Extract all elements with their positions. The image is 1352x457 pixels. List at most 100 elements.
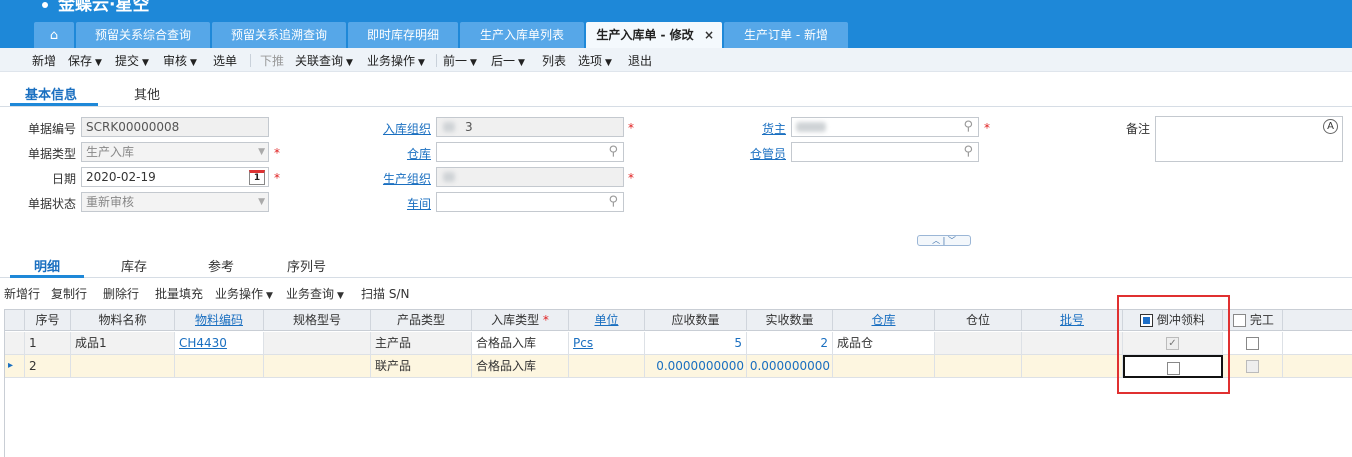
add-row-button[interactable]: 新增行 <box>4 285 40 302</box>
collapse-toggle[interactable]: ︿ | ﹀ <box>917 235 971 246</box>
cell-material-code[interactable] <box>175 355 264 378</box>
audit-button[interactable]: 审核 ▼ <box>163 52 197 69</box>
cell-in-type[interactable]: 合格品入库 <box>472 355 569 378</box>
tab-reservation-trace[interactable]: 预留关系追溯查询 <box>212 22 346 48</box>
remark-textarea[interactable]: A <box>1155 116 1343 162</box>
cell-spec <box>264 355 371 378</box>
next-button[interactable]: 后一 ▼ <box>491 52 525 69</box>
search-icon[interactable]: ⚲ <box>963 143 973 161</box>
tab-production-instock-edit[interactable]: 生产入库单 - 修改 × <box>586 22 722 48</box>
row-indicator[interactable] <box>5 332 25 355</box>
col-header-stock[interactable]: 仓库 <box>833 310 935 331</box>
save-button[interactable]: 保存 ▼ <box>68 52 102 69</box>
cell-stock-loc[interactable] <box>935 332 1022 355</box>
finished-header-checkbox[interactable] <box>1233 314 1246 327</box>
select-bill-button[interactable]: 选单 <box>213 52 237 69</box>
submit-button[interactable]: 提交 ▼ <box>115 52 149 69</box>
business-op-button[interactable]: 业务操作 ▼ <box>367 52 425 69</box>
tab-basic-info[interactable]: 基本信息 <box>25 84 77 103</box>
bill-no-field[interactable]: SCRK00000008 <box>81 117 269 137</box>
tab-inventory-detail[interactable]: 即时库存明细 <box>348 22 458 48</box>
cell-material-name[interactable] <box>71 355 175 378</box>
col-header-material-name[interactable]: 物料名称 <box>71 310 175 331</box>
active-tab-indicator <box>10 103 98 106</box>
list-button[interactable]: 列表 <box>542 52 566 69</box>
copy-row-button[interactable]: 复制行 <box>51 285 87 302</box>
cell-material-code[interactable]: CH4430 <box>175 332 264 355</box>
cell-must-qty[interactable]: 0.0000000000 <box>645 355 747 378</box>
stock-keeper-label[interactable]: 仓管员 <box>730 145 786 162</box>
tab-inventory[interactable]: 库存 <box>121 256 147 275</box>
col-header-lot[interactable]: 批号 <box>1022 310 1123 331</box>
cell-lot[interactable] <box>1022 355 1123 378</box>
tab-reference[interactable]: 参考 <box>208 256 234 275</box>
calendar-icon[interactable]: 1 <box>249 170 265 185</box>
scan-sn-button[interactable]: 扫描 S/N <box>361 285 409 302</box>
col-header-stock-loc[interactable]: 仓位 <box>935 310 1022 331</box>
push-down-button[interactable]: 下推 <box>260 52 284 69</box>
col-header-seq[interactable]: 序号 <box>25 310 71 331</box>
tab-serial-no[interactable]: 序列号 <box>287 256 326 275</box>
search-icon[interactable]: ⚲ <box>963 118 973 136</box>
col-header-spec[interactable]: 规格型号 <box>264 310 371 331</box>
options-button[interactable]: 选项 ▼ <box>578 52 612 69</box>
stock-org-label[interactable]: 入库组织 <box>370 120 431 137</box>
workshop-field[interactable]: ⚲ <box>436 192 624 212</box>
warehouse-field[interactable]: ⚲ <box>436 142 624 162</box>
related-query-button[interactable]: 关联查询 ▼ <box>295 52 353 69</box>
close-icon[interactable]: × <box>704 22 714 48</box>
current-row-indicator[interactable]: ▸ <box>5 355 25 378</box>
col-header-real-qty[interactable]: 实收数量 <box>747 310 833 331</box>
col-header-material-code[interactable]: 物料编码 <box>175 310 264 331</box>
finished-checkbox[interactable] <box>1246 337 1259 350</box>
cell-material-name[interactable]: 成品1 <box>71 332 175 355</box>
col-header-in-type[interactable]: 入库类型 * <box>472 310 569 331</box>
cell-real-qty[interactable]: 2 <box>747 332 833 355</box>
cell-must-qty[interactable]: 5 <box>645 332 747 355</box>
bill-type-select[interactable]: 生产入库 ▼ <box>81 142 269 162</box>
bill-status-select[interactable]: 重新审核 ▼ <box>81 192 269 212</box>
batch-fill-button[interactable]: 批量填充 <box>155 285 203 302</box>
cell-stock-loc[interactable] <box>935 355 1022 378</box>
cell-finished[interactable] <box>1223 355 1283 378</box>
cell-in-type[interactable]: 合格品入库 <box>472 332 569 355</box>
prd-org-label[interactable]: 生产组织 <box>370 170 431 187</box>
cell-unit[interactable]: Pcs <box>569 332 645 355</box>
cell-finished[interactable] <box>1223 332 1283 355</box>
delete-row-button[interactable]: 删除行 <box>103 285 139 302</box>
search-icon[interactable]: ⚲ <box>608 143 618 161</box>
tab-other[interactable]: 其他 <box>134 84 160 103</box>
search-icon[interactable]: ⚲ <box>608 193 618 211</box>
owner-field[interactable]: ⚲ <box>791 117 979 137</box>
col-header-product-type[interactable]: 产品类型 <box>371 310 472 331</box>
cell-unit[interactable] <box>569 355 645 378</box>
col-header-finished[interactable]: 完工 <box>1223 310 1283 331</box>
next-label: 后一 <box>491 54 516 68</box>
workshop-label[interactable]: 车间 <box>370 195 431 212</box>
cell-stock[interactable]: 成品仓 <box>833 332 935 355</box>
tab-production-instock-list[interactable]: 生产入库单列表 <box>460 22 584 48</box>
prd-org-field[interactable] <box>436 167 624 187</box>
stock-org-field[interactable]: 3 <box>436 117 624 137</box>
new-button[interactable]: 新增 <box>32 52 56 69</box>
stock-keeper-field[interactable]: ⚲ <box>791 142 979 162</box>
warehouse-label[interactable]: 仓库 <box>370 145 431 162</box>
grid-business-query-button[interactable]: 业务查询 ▼ <box>286 285 344 302</box>
active-tab-indicator <box>10 275 84 278</box>
prev-button[interactable]: 前一 ▼ <box>443 52 477 69</box>
home-tab[interactable]: ⌂ <box>34 22 74 48</box>
grid-business-op-button[interactable]: 业务操作 ▼ <box>215 285 273 302</box>
cell-real-qty[interactable]: 0.000000000 <box>747 355 833 378</box>
cell-lot[interactable] <box>1022 332 1123 355</box>
exit-button[interactable]: 退出 <box>628 52 652 69</box>
cell-stock[interactable] <box>833 355 935 378</box>
tab-production-order-new[interactable]: 生产订单 - 新增 <box>724 22 848 48</box>
col-header-must-qty[interactable]: 应收数量 <box>645 310 747 331</box>
col-header-unit[interactable]: 单位 <box>569 310 645 331</box>
tab-reservation-query[interactable]: 预留关系综合查询 <box>76 22 210 48</box>
date-field[interactable]: 2020-02-19 1 <box>81 167 269 187</box>
owner-label[interactable]: 货主 <box>730 120 786 137</box>
attach-icon[interactable]: A <box>1323 119 1338 134</box>
tab-detail[interactable]: 明细 <box>34 256 60 275</box>
finished-checkbox-disabled[interactable] <box>1246 360 1259 373</box>
